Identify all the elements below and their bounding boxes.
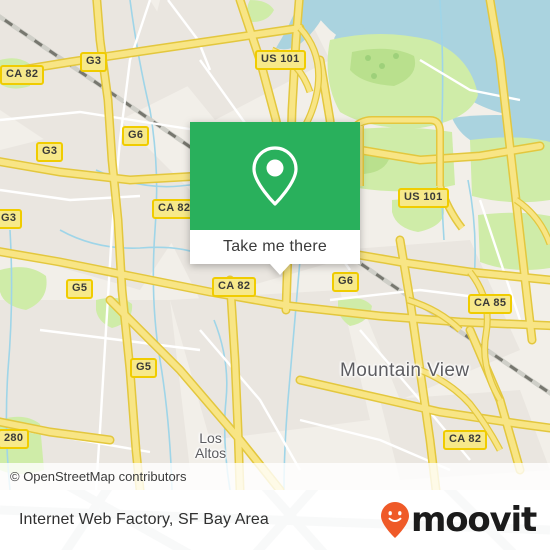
road-shield-g5-upper[interactable]: G5 xyxy=(66,279,94,299)
road-shield-ca85[interactable]: CA 85 xyxy=(468,294,513,314)
moovit-wordmark: moovit xyxy=(410,500,537,540)
moovit-brand[interactable]: moovit xyxy=(380,490,537,550)
place-label-mountain-view: Mountain View xyxy=(340,360,470,381)
los-altos-line2: Altos xyxy=(195,445,227,461)
callout-image-panel xyxy=(190,122,360,230)
road-shield-g6-mid[interactable]: G6 xyxy=(332,272,360,292)
road-shield-ca82-nw[interactable]: CA 82 xyxy=(0,65,45,85)
map-screenshot-page: CA 82 G3 US 101 G6 G3 CA 82 G3 US 101 G5… xyxy=(0,0,550,550)
road-shield-us101-north[interactable]: US 101 xyxy=(255,50,306,70)
place-label-los-altos: Los Altos xyxy=(195,431,226,461)
road-shield-ca82-lower[interactable]: CA 82 xyxy=(212,277,257,297)
road-shield-g3-north[interactable]: G3 xyxy=(80,52,108,72)
footer-location-title: Internet Web Factory, SF Bay Area xyxy=(19,511,269,528)
los-altos-line1: Los xyxy=(199,430,222,446)
callout-pointer-tail xyxy=(270,264,290,275)
location-callout-card[interactable]: Take me there xyxy=(190,122,360,275)
road-shield-g5-lower[interactable]: G5 xyxy=(130,358,158,378)
road-shield-ca82-se[interactable]: CA 82 xyxy=(443,430,488,450)
road-shield-g3-edge[interactable]: G3 xyxy=(0,209,23,229)
road-shield-g6-nw[interactable]: G6 xyxy=(122,126,150,146)
footer-bar: Internet Web Factory, SF Bay Area moovit xyxy=(0,490,550,550)
road-shield-us101-east[interactable]: US 101 xyxy=(398,188,449,208)
osm-attribution[interactable]: © OpenStreetMap contributors xyxy=(0,463,550,490)
map-canvas[interactable]: CA 82 G3 US 101 G6 G3 CA 82 G3 US 101 G5… xyxy=(0,0,550,490)
road-shield-g3-west[interactable]: G3 xyxy=(36,142,64,162)
take-me-there-button[interactable]: Take me there xyxy=(190,230,360,264)
road-shield-280[interactable]: 280 xyxy=(0,429,30,449)
moovit-smiley-pin-icon xyxy=(380,502,409,538)
map-pin-icon xyxy=(252,146,298,206)
